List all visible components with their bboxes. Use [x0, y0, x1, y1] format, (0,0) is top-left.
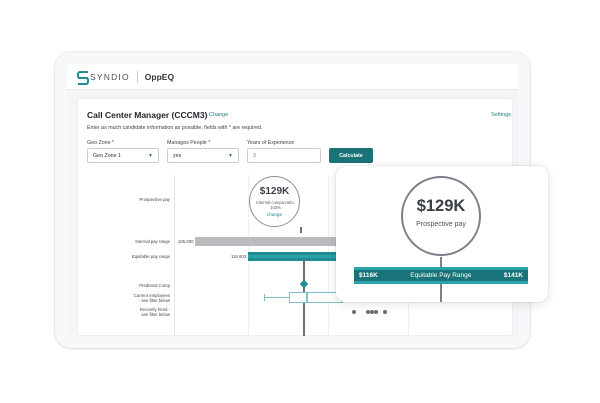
range-min-value: $116K: [359, 272, 378, 279]
internal-range-min: 105,000: [178, 239, 194, 244]
brand-logo[interactable]: SYNDIO: [77, 70, 130, 83]
equitable-pay-range-bar[interactable]: [248, 252, 345, 261]
compa-ratio-label: Internal compa-ratio: 103%: [254, 200, 297, 210]
prospective-pay-bubble: $129K Internal compa-ratio: 103% change: [249, 176, 300, 227]
brand-name: SYNDIO: [90, 71, 130, 82]
current-employees-row-label: Current employees - see filter below: [88, 293, 170, 303]
change-job-link[interactable]: Change: [209, 112, 228, 118]
years-experience-input[interactable]: 3: [247, 148, 321, 163]
internal-range-row-label: Internal pay range: [135, 239, 170, 244]
recently-hired-row-label: Recently hired - see filter below: [88, 307, 170, 317]
manages-people-label: Manages People *: [167, 140, 211, 146]
chart-axis-divider: [174, 175, 175, 336]
manages-people-select[interactable]: yes ▼: [167, 148, 239, 163]
geo-zone-select[interactable]: Geo Zone 1 ▼: [87, 148, 159, 163]
syndio-logo-icon: [77, 70, 88, 83]
years-experience-label: Years of Experience: [247, 140, 295, 146]
instructions-text: Enter as much candidate information as p…: [87, 125, 263, 131]
internal-pay-range-bar[interactable]: [195, 237, 345, 246]
calculate-button[interactable]: Calculate: [329, 148, 373, 163]
predicted-comp-row-label: Predicted Comp: [139, 283, 170, 288]
recently-hired-dot[interactable]: [374, 310, 378, 314]
change-compa-link[interactable]: change: [250, 212, 299, 217]
header-divider: [136, 70, 138, 83]
range-label: Equitable Pay Range: [410, 272, 472, 279]
zoom-prospective-pay-value: $129K: [416, 197, 466, 215]
chevron-down-icon: ▼: [148, 153, 153, 159]
chevron-down-icon: ▼: [228, 153, 233, 159]
predicted-comp-marker[interactable]: [299, 279, 309, 289]
recently-hired-dot[interactable]: [352, 310, 356, 314]
geo-zone-value: Geo Zone 1: [93, 152, 121, 159]
zoom-prospective-pay-bubble: $129K Prospective pay: [401, 176, 481, 256]
app-header: SYNDIO OppEQ: [67, 64, 518, 90]
range-max-value: $141K: [503, 272, 523, 279]
geo-zone-label: Geo Zone *: [87, 140, 115, 146]
product-name: OppEQ: [144, 71, 175, 82]
whisker-cap: [264, 294, 265, 301]
prospective-pay-row-label: Prospective pay: [139, 197, 170, 202]
current-employees-box[interactable]: [289, 292, 307, 303]
settings-link[interactable]: Settings: [491, 112, 511, 118]
marker-connector-line: [300, 227, 302, 233]
zoom-prospective-pay-label: Prospective pay: [416, 221, 466, 228]
zoom-equitable-range-bar: $116K Equitable Pay Range $141K: [354, 267, 528, 284]
recently-hired-label-line2: see filter below: [141, 312, 170, 317]
years-experience-value: 3: [253, 152, 256, 159]
zoom-callout-card: $129K Prospective pay $116K Equitable Pa…: [336, 166, 548, 302]
prospective-pay-value: $129K: [259, 186, 290, 197]
compa-ratio-line2: 103%: [270, 205, 281, 210]
page-title: Call Center Manager (CCCM3): [87, 110, 208, 120]
recently-hired-dot[interactable]: [383, 310, 387, 314]
equitable-range-min: 116,603: [231, 254, 247, 259]
current-employees-label-line2: - see filter below: [138, 298, 170, 303]
manages-people-value: yes: [173, 152, 182, 159]
equitable-range-row-label: Equitable pay range: [131, 254, 170, 259]
